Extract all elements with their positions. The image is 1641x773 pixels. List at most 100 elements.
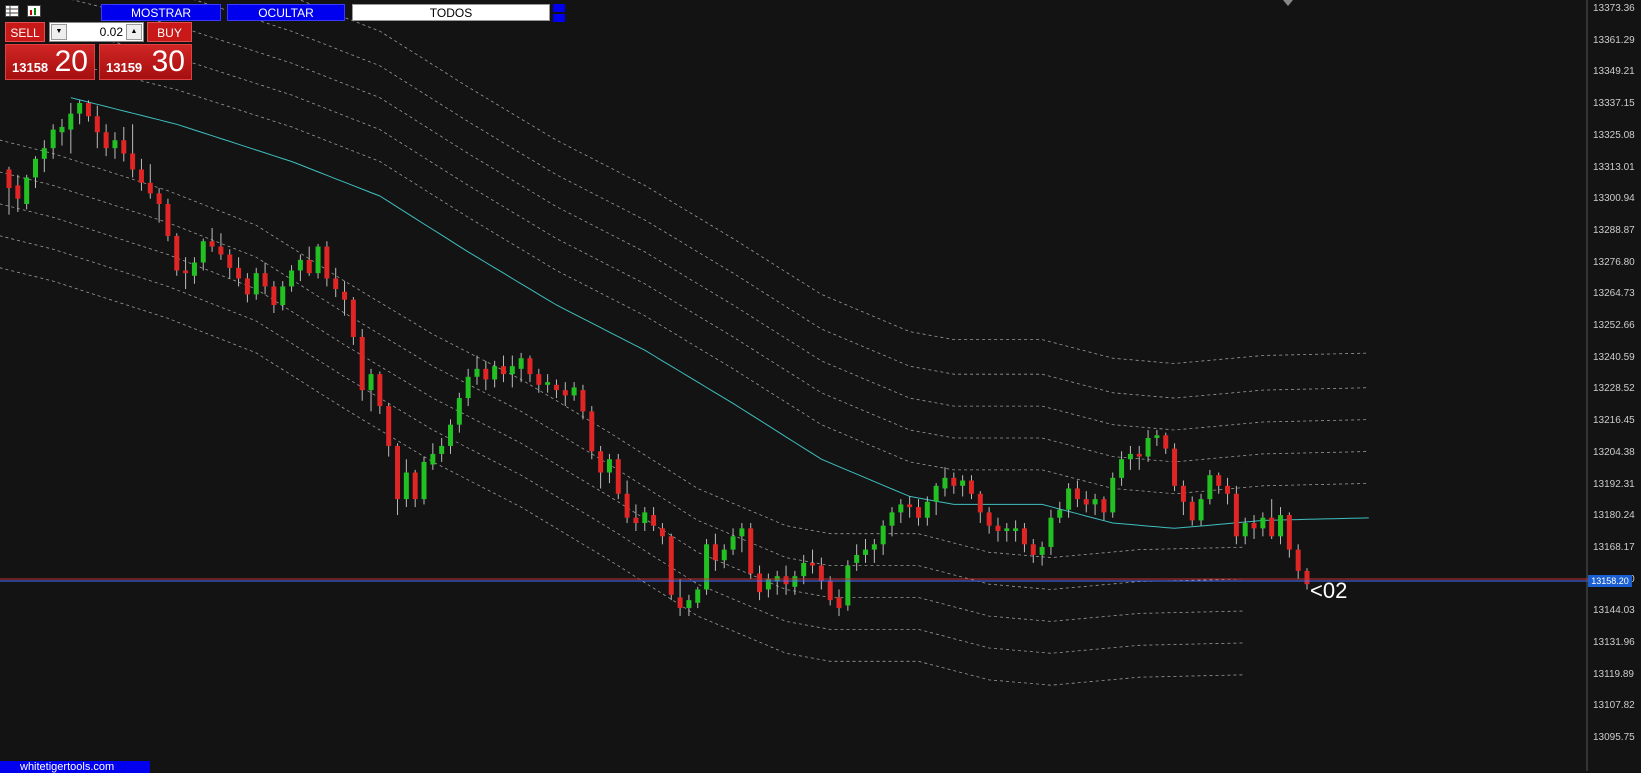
bear-candle-body — [810, 562, 816, 566]
trade-panel: SELL ▼ 0.02 ▲ BUY 13158 20 13159 30 — [5, 22, 192, 80]
bear-candle-body — [1083, 499, 1089, 505]
candle — [492, 360, 498, 388]
candle — [32, 156, 38, 189]
bull-candle-body — [1119, 459, 1125, 478]
envelope-band-line — [0, 203, 1246, 622]
candle — [386, 403, 392, 457]
bull-candle-body — [898, 504, 904, 513]
bull-candle-body — [863, 549, 869, 555]
candle — [615, 453, 621, 500]
bull-candle-body — [606, 459, 612, 473]
lot-size-stepper[interactable]: ▼ 0.02 ▲ — [49, 22, 144, 42]
candle — [933, 483, 939, 516]
candle — [942, 467, 948, 497]
mini-toggle-top[interactable] — [553, 4, 565, 12]
watermark-link[interactable]: whitetigertools.com — [0, 761, 150, 773]
bear-candle-body — [1136, 453, 1142, 457]
bull-candle-body — [280, 286, 286, 306]
bear-candle-body — [227, 254, 233, 268]
chart-icon[interactable] — [27, 5, 41, 17]
candle — [1066, 483, 1072, 518]
envelope-band-line — [70, 30, 1369, 463]
candle — [1048, 509, 1054, 555]
candle — [15, 174, 21, 212]
candle — [810, 549, 816, 574]
bull-candle-body — [289, 270, 295, 287]
buy-price-big: 30 — [151, 45, 185, 78]
price-chart[interactable] — [0, 0, 1641, 771]
ocultar-button[interactable]: OCULTAR — [227, 4, 345, 21]
candle — [1207, 469, 1213, 505]
candle — [59, 118, 65, 146]
bull-candle-body — [403, 472, 409, 500]
bull-candle-body — [59, 126, 65, 133]
bear-candle-body — [907, 504, 913, 508]
lot-size-value[interactable]: 0.02 — [68, 23, 125, 41]
bear-candle-body — [1189, 501, 1195, 521]
bear-candle-body — [1180, 485, 1186, 502]
candle — [509, 355, 515, 388]
bear-candle-body — [342, 291, 348, 300]
bull-candle-body — [41, 148, 47, 159]
bear-candle-body — [536, 374, 542, 385]
candle — [68, 103, 74, 154]
price-axis-label: 13168.17 — [1593, 541, 1635, 553]
candle — [253, 267, 259, 300]
candle — [748, 523, 754, 579]
candle — [500, 355, 506, 383]
bull-candle-body — [1145, 437, 1151, 457]
mostrar-button[interactable]: MOSTRAR — [101, 4, 221, 21]
lot-increase-button[interactable]: ▲ — [126, 24, 142, 40]
mini-toggle-bottom[interactable] — [553, 14, 565, 22]
table-icon[interactable] — [5, 5, 19, 17]
candle — [642, 507, 648, 532]
bear-candle-body — [968, 480, 974, 494]
bull-candle-body — [845, 565, 851, 606]
bull-candle-body — [730, 536, 736, 550]
buy-price-box[interactable]: 13159 30 — [99, 44, 192, 80]
envelope-bands — [0, 0, 1369, 686]
lot-decrease-button[interactable]: ▼ — [51, 24, 67, 40]
candle — [1251, 515, 1257, 539]
bear-candle-body — [1269, 517, 1275, 537]
candle — [889, 507, 895, 537]
candle — [271, 281, 277, 314]
bear-candle-body — [783, 576, 789, 585]
candle — [562, 382, 568, 407]
bear-candle-body — [1101, 499, 1107, 513]
shift-marker-icon[interactable] — [1283, 0, 1293, 6]
candle — [227, 249, 233, 279]
buy-price-small: 13159 — [106, 60, 143, 75]
candle — [359, 328, 365, 401]
bear-candle-body — [633, 517, 639, 524]
candle — [580, 384, 586, 420]
todos-button[interactable]: TODOS — [352, 4, 550, 21]
candle — [50, 124, 56, 159]
buy-button[interactable]: BUY — [147, 22, 192, 42]
candle — [377, 371, 383, 415]
bear-candle-body — [103, 132, 109, 149]
candle — [801, 554, 807, 585]
price-axis-label: 13264.73 — [1593, 288, 1635, 300]
sell-price-box[interactable]: 13158 20 — [5, 44, 95, 80]
candle — [1189, 496, 1195, 526]
candle — [774, 570, 780, 595]
price-axis-label: 13240.59 — [1593, 351, 1635, 363]
candle — [659, 523, 665, 545]
bear-candle-body — [712, 544, 718, 561]
bull-candle-body — [1198, 499, 1204, 521]
candle — [1225, 477, 1231, 505]
sell-button[interactable]: SELL — [5, 22, 45, 42]
candle — [968, 475, 974, 500]
bear-candle-body — [977, 493, 983, 513]
bull-candle-body — [1066, 488, 1072, 510]
bull-candle-body — [686, 600, 692, 609]
bear-candle-body — [598, 451, 604, 473]
bear-candle-body — [827, 581, 833, 601]
candle — [1119, 451, 1125, 486]
bull-candle-body — [77, 103, 83, 114]
bear-candle-body — [377, 374, 383, 407]
bull-candle-body — [1127, 453, 1133, 460]
price-axis-label: 13300.94 — [1593, 193, 1635, 205]
bear-candle-body — [121, 140, 127, 154]
